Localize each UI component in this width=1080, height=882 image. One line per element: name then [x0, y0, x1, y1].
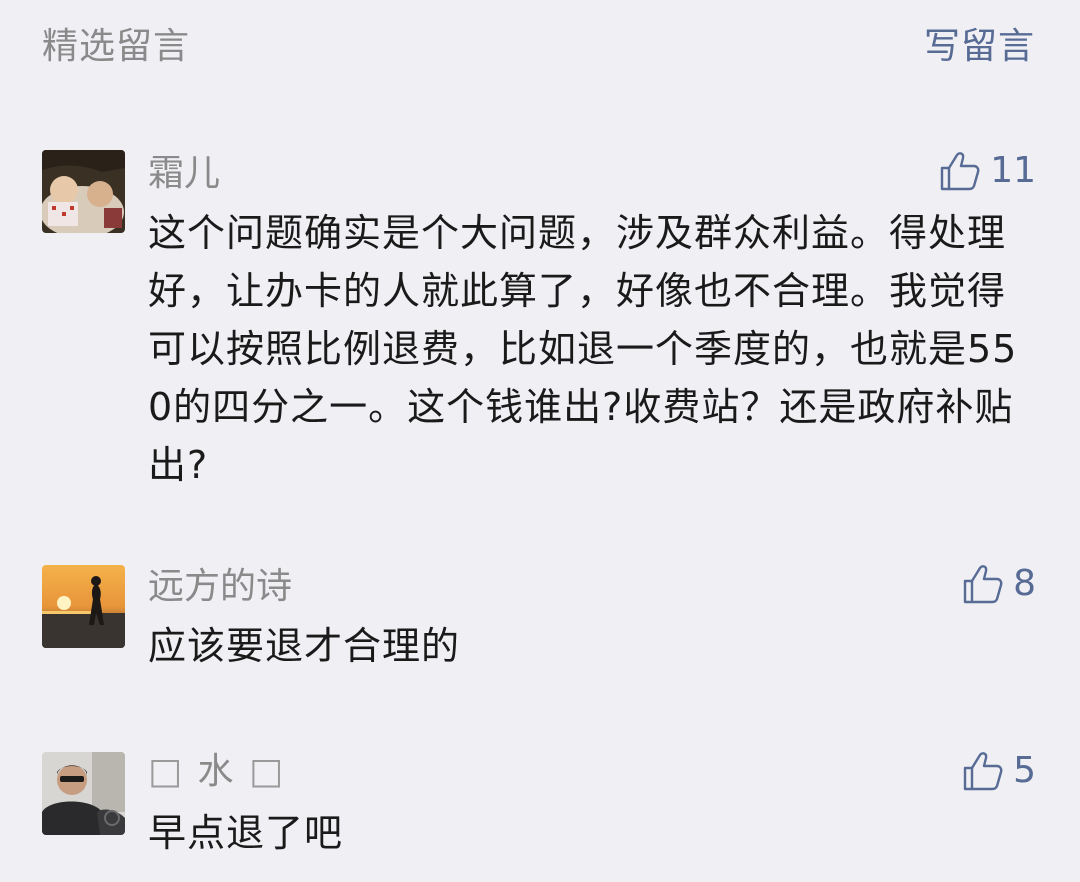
nickname-unsupported-glyph: □	[148, 751, 183, 792]
like-button[interactable]: 11	[938, 148, 1036, 194]
nickname-text: 水	[197, 751, 234, 792]
comment-content: 应该要退才合理的	[148, 624, 461, 668]
thumbs-up-icon	[963, 752, 1003, 791]
like-count: 8	[1013, 563, 1036, 604]
comment-nickname: 远方的诗	[148, 566, 293, 607]
avatar[interactable]	[42, 565, 125, 648]
avatar[interactable]	[42, 150, 125, 233]
comment-item: □ 水 □ 5 早点退了吧	[0, 750, 1080, 862]
comment-nickname: 霜儿	[148, 153, 221, 194]
avatar-image	[42, 752, 125, 835]
avatar[interactable]	[42, 752, 125, 835]
nickname-unsupported-glyph: □	[248, 751, 283, 792]
comment-content: 早点退了吧	[148, 811, 344, 855]
like-button[interactable]: 8	[961, 561, 1036, 607]
comment-nickname: □ 水 □	[148, 750, 283, 794]
like-count: 5	[1013, 750, 1036, 791]
like-button[interactable]: 5	[961, 748, 1036, 794]
avatar-image	[42, 565, 125, 648]
comment-item: 远方的诗 8 应该要退才合理的	[0, 563, 1080, 675]
thumbs-up-icon	[940, 152, 980, 191]
write-comment-link[interactable]: 写留言	[924, 22, 1035, 72]
featured-comments-title: 精选留言	[42, 26, 191, 67]
avatar-image	[42, 150, 125, 233]
comment-item: 霜儿 11 这个问题确实是个大问题，涉及群众利益。得处理好，让办卡的人就此算了，…	[0, 150, 1080, 490]
comments-header: 精选留言 写留言	[0, 0, 1080, 95]
comment-content: 这个问题确实是个大问题，涉及群众利益。得处理好，让办卡的人就此算了，好像也不合理…	[148, 211, 1018, 487]
thumbs-up-icon	[963, 565, 1003, 604]
like-count: 11	[990, 150, 1036, 191]
